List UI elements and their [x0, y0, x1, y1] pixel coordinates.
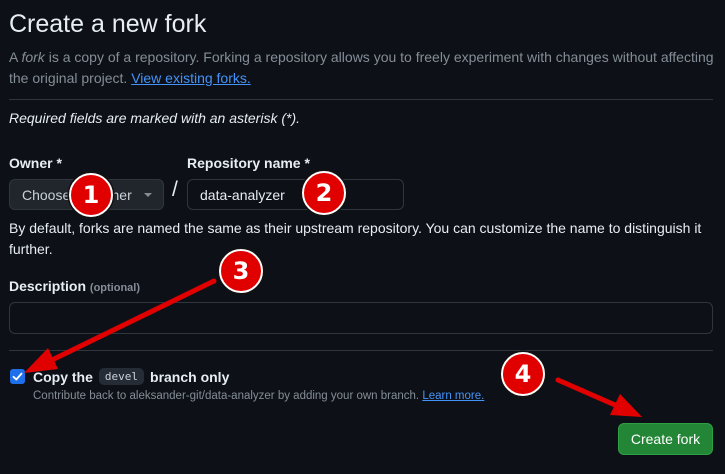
create-fork-button[interactable]: Create fork	[618, 423, 713, 455]
learn-more-link[interactable]: Learn more.	[422, 390, 484, 402]
description-em: fork	[21, 49, 45, 65]
chevron-down-icon	[144, 193, 152, 197]
copy-branch-prefix: Copy the	[33, 368, 93, 385]
view-forks-link[interactable]: View existing forks.	[131, 70, 251, 86]
description-label: Description (optional)	[9, 278, 140, 294]
divider-bottom	[9, 350, 713, 351]
fork-page: Create a new fork A fork is a copy of a …	[0, 0, 725, 474]
contribute-text: Contribute back to aleksander-git/data-a…	[33, 390, 423, 402]
description-optional-tag: (optional)	[89, 282, 141, 294]
copy-branch-label[interactable]: Copy the devel branch only	[33, 368, 229, 385]
owner-repo-separator: /	[172, 178, 178, 201]
repo-name-hint: By default, forks are named the same as …	[9, 220, 702, 257]
description-rest: is a copy of a repository. Forking a rep…	[9, 49, 714, 86]
description-prefix: A	[9, 49, 22, 65]
description-input[interactable]	[9, 302, 713, 334]
annotation-marker-3: 3	[219, 249, 263, 293]
description-label-text: Description	[9, 278, 87, 294]
copy-branch-checkbox[interactable]	[10, 369, 25, 384]
repo-name-label: Repository name *	[187, 155, 310, 171]
copy-branch-suffix: branch only	[150, 368, 230, 385]
page-title: Create a new fork	[9, 10, 207, 38]
branch-name-code: devel	[98, 368, 145, 385]
required-note: Required fields are marked with an aster…	[9, 110, 301, 126]
annotation-marker-2: 2	[302, 171, 346, 215]
owner-label: Owner *	[9, 155, 62, 171]
checkmark-icon	[12, 372, 23, 381]
annotation-marker-1: 1	[69, 173, 113, 217]
repo-name-input[interactable]	[187, 179, 404, 210]
fork-description: A fork is a copy of a repository. Forkin…	[9, 47, 719, 89]
arrow-4	[555, 377, 642, 417]
contribute-note: Contribute back to aleksander-git/data-a…	[33, 390, 484, 402]
annotation-marker-4: 4	[501, 352, 545, 396]
divider-top	[9, 99, 713, 100]
